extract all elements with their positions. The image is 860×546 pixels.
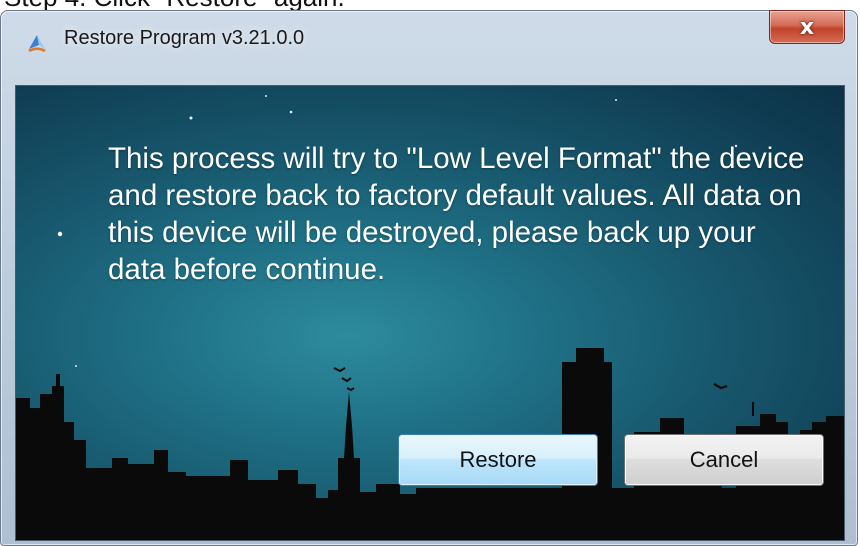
restore-program-icon (25, 31, 49, 55)
bird-icon (713, 383, 728, 390)
star-icon (265, 95, 267, 97)
title-bar[interactable]: Restore Program v3.21.0.0 x (1, 10, 857, 73)
birds-icon (333, 367, 355, 392)
restore-button[interactable]: Restore (398, 434, 598, 486)
star-icon (189, 116, 193, 120)
star-icon (75, 365, 77, 367)
dialog-body: This process will try to "Low Level Form… (15, 85, 845, 541)
warning-message: This process will try to "Low Level Form… (108, 142, 805, 286)
restore-program-window: Restore Program v3.21.0.0 x This process… (0, 10, 858, 546)
cancel-button[interactable]: Cancel (624, 434, 824, 486)
star-icon (57, 231, 63, 237)
antenna (752, 402, 754, 416)
star-icon (615, 99, 617, 101)
close-icon: x (799, 14, 815, 40)
close-button[interactable]: x (769, 10, 845, 44)
window-title: Restore Program v3.21.0.0 (64, 27, 305, 49)
tower-crown (576, 358, 604, 362)
star-icon (289, 110, 293, 114)
